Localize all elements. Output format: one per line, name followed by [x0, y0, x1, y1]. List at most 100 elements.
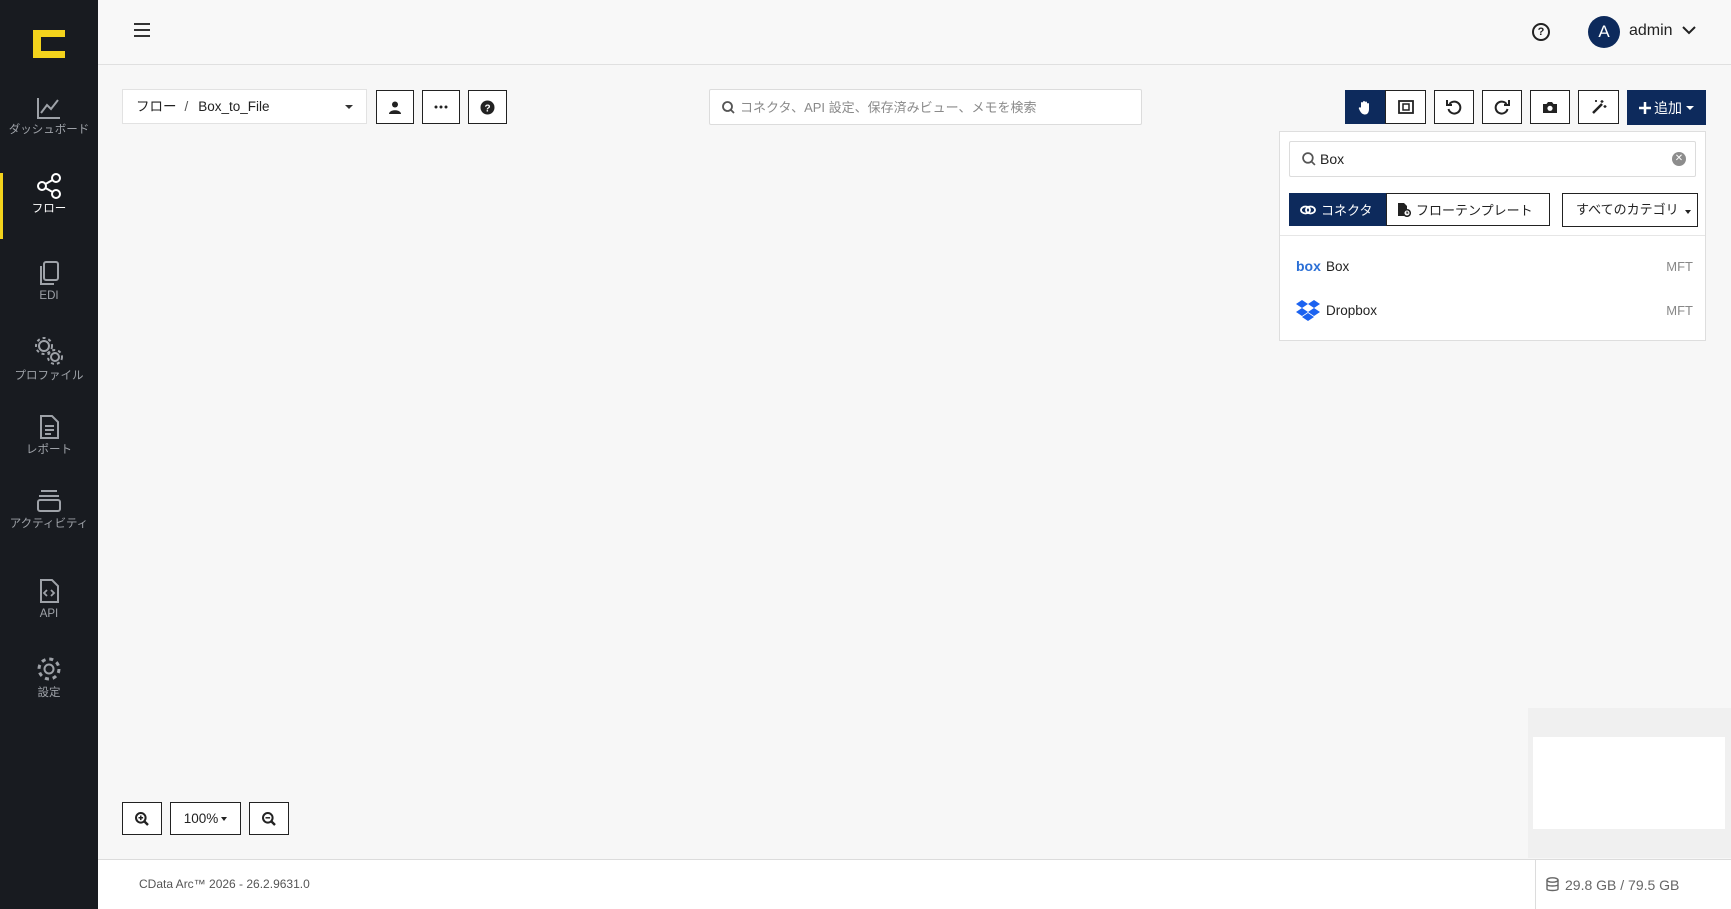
layers-icon [37, 490, 61, 512]
version-text: CData Arc™ 2026 - 26.2.9631.0 [139, 877, 310, 891]
sidebar-item-api[interactable]: API [0, 578, 98, 644]
connector-item-box[interactable]: box Box MFT [1280, 246, 1705, 286]
cdata-logo[interactable] [33, 30, 65, 58]
zoom-level: 100% [184, 811, 228, 826]
connector-search[interactable]: ✕ [1289, 141, 1696, 177]
flow-breadcrumb-select[interactable]: フロー / Box_to_File [122, 89, 367, 124]
username[interactable]: admin [1629, 22, 1673, 40]
caret-down-icon [1686, 105, 1694, 110]
global-search[interactable] [709, 89, 1142, 125]
hand-icon [1358, 100, 1369, 114]
tab-connectors[interactable]: コネクタ [1289, 193, 1387, 226]
svg-text:?: ? [484, 103, 490, 114]
sidebar-item-report[interactable]: レポート [0, 414, 98, 480]
undo-icon [1446, 100, 1462, 115]
magic-wand-icon [1591, 100, 1606, 114]
zoom-in-icon [135, 811, 149, 826]
flow-name: Box_to_File [198, 99, 270, 114]
pan-mode-button[interactable] [1345, 90, 1385, 124]
add-button[interactable]: 追加 [1627, 90, 1706, 125]
help-button[interactable]: ? [468, 90, 507, 124]
question-circle-icon[interactable]: ? [1532, 23, 1550, 41]
more-options-button[interactable] [422, 90, 460, 124]
sidebar-item-label: 設定 [37, 687, 61, 699]
storage-text: 29.8 GB / 79.5 GB [1565, 876, 1680, 893]
connector-name: Dropbox [1326, 302, 1378, 318]
search-input[interactable] [740, 90, 1120, 124]
breadcrumb-separator: / [184, 99, 189, 114]
tab-flow-templates[interactable]: フローテンプレート [1386, 193, 1550, 226]
gears-icon [35, 337, 63, 365]
category-select[interactable]: すべてのカテゴリ [1562, 193, 1698, 227]
camera-icon [1543, 101, 1557, 113]
add-connector-panel: ✕ コネクタ フローテンプレート すべてのカテゴリ box Box MFT Dr… [1279, 131, 1706, 341]
snapshot-button[interactable] [1530, 90, 1570, 124]
sidebar-item-edi[interactable]: EDI [0, 260, 98, 326]
sidebar-item-label: EDI [39, 290, 59, 302]
hamburger-menu-icon[interactable] [134, 23, 150, 37]
svg-text:box: box [1296, 260, 1321, 272]
search-icon [1302, 152, 1316, 166]
database-icon [1546, 877, 1559, 892]
zoom-level-select[interactable]: 100% [170, 802, 241, 835]
share-nodes-icon [37, 173, 61, 199]
minimap[interactable] [1533, 737, 1725, 829]
sidebar-item-label: レポート [26, 444, 72, 456]
sidebar-item-profile[interactable]: プロファイル [0, 336, 98, 402]
sidebar-item-flow[interactable]: フロー [0, 173, 98, 239]
caret-down-icon [221, 817, 228, 822]
sidebar-item-activity[interactable]: アクティビティ [0, 488, 98, 554]
copy-icon [40, 261, 59, 285]
zoom-out-button[interactable] [249, 802, 289, 835]
sidebar-item-label: フロー [31, 203, 67, 215]
search-icon [722, 101, 735, 114]
dropbox-logo-icon [1296, 299, 1324, 321]
tab-flow-templates-label: フローテンプレート [1416, 203, 1533, 218]
gear-icon [37, 657, 61, 681]
zoom-in-button[interactable] [122, 802, 162, 835]
sidebar-item-settings[interactable]: 設定 [0, 655, 98, 721]
sidebar-item-dashboard[interactable]: ダッシュボード [0, 96, 98, 162]
chevron-down-icon[interactable] [1682, 26, 1696, 35]
sidebar-item-label: ダッシュボード [8, 124, 90, 136]
redo-icon [1494, 100, 1510, 115]
connector-tag: MFT [1666, 258, 1693, 274]
line-chart-icon [37, 98, 60, 119]
select-mode-button[interactable] [1385, 90, 1426, 124]
plus-icon [1639, 101, 1651, 114]
zoom-out-icon [262, 811, 276, 826]
sidebar-item-label: API [39, 608, 59, 620]
connector-tag: MFT [1666, 302, 1693, 318]
template-file-icon [1398, 203, 1411, 217]
add-button-label: 追加 [1654, 99, 1682, 116]
user-icon [389, 101, 401, 114]
ellipsis-icon [434, 105, 448, 109]
link-icon [1300, 205, 1316, 214]
redo-button[interactable] [1482, 90, 1522, 124]
document-icon [40, 415, 59, 439]
breadcrumb-root[interactable]: フロー [136, 99, 177, 114]
top-header: ? A admin [98, 0, 1731, 65]
sidebar: ダッシュボード フロー EDI プロファイル レポート アクティビティ API … [0, 0, 98, 909]
caret-down-icon [345, 105, 353, 109]
tab-connectors-label: コネクタ [1321, 203, 1373, 218]
avatar[interactable]: A [1588, 16, 1620, 48]
question-circle-icon: ? [480, 100, 495, 114]
sidebar-item-label: プロファイル [14, 370, 84, 382]
code-file-icon [40, 579, 59, 603]
connector-item-dropbox[interactable]: Dropbox MFT [1280, 290, 1705, 330]
caret-down-icon [1685, 210, 1691, 214]
clear-search-icon[interactable]: ✕ [1672, 152, 1686, 166]
sidebar-item-label: アクティビティ [9, 518, 89, 530]
divider [1280, 235, 1705, 236]
undo-button[interactable] [1434, 90, 1474, 124]
user-button[interactable] [376, 90, 414, 124]
connector-name: Box [1326, 258, 1350, 274]
connector-search-input[interactable] [1320, 142, 1660, 176]
storage-indicator: 29.8 GB / 79.5 GB [1535, 860, 1731, 909]
category-select-value: すべてのカテゴリ [1576, 202, 1679, 217]
zoom-level-value: 100% [183, 811, 219, 826]
footer: CData Arc™ 2026 - 26.2.9631.0 [98, 859, 1731, 909]
auto-layout-button[interactable] [1578, 90, 1619, 124]
selection-icon [1397, 100, 1414, 114]
